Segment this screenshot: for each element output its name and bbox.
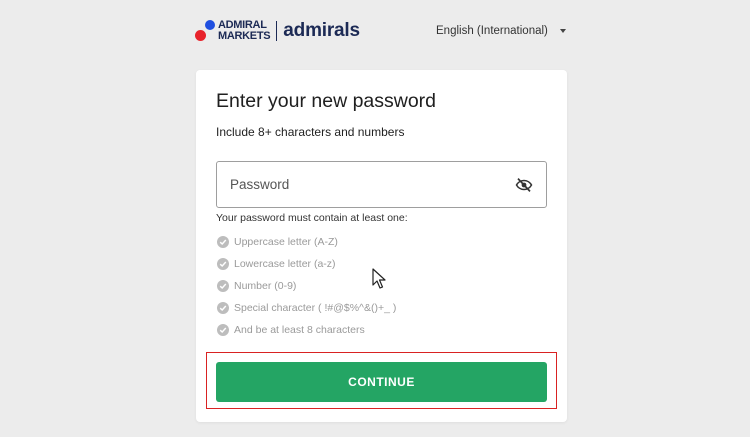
requirements-list: Uppercase letter (A-Z) Lowercase letter …	[217, 231, 396, 341]
password-field[interactable]: Password	[216, 161, 547, 208]
logo-wordmark-brand: admirals	[283, 20, 360, 41]
check-circle-icon	[217, 236, 229, 248]
logo-wordmark-old: ADMIRAL MARKETS	[218, 20, 271, 42]
page-title: Enter your new password	[216, 90, 437, 112]
check-circle-icon	[217, 302, 229, 314]
requirement-uppercase: Uppercase letter (A-Z)	[217, 231, 396, 253]
requirement-text: And be at least 8 characters	[234, 324, 365, 336]
eye-slash-icon[interactable]	[514, 176, 534, 194]
requirement-number: Number (0-9)	[217, 275, 396, 297]
logo-dots-icon	[195, 19, 217, 43]
requirement-text: Lowercase letter (a-z)	[234, 258, 336, 270]
check-circle-icon	[217, 324, 229, 336]
logo-red-dot	[195, 30, 206, 41]
password-placeholder: Password	[230, 177, 290, 192]
header: ADMIRAL MARKETS admirals English (Intern…	[0, 0, 750, 64]
requirements-heading: Your password must contain at least one:	[216, 212, 408, 224]
requirement-lowercase: Lowercase letter (a-z)	[217, 253, 396, 275]
logo-blue-dot	[205, 20, 215, 30]
check-circle-icon	[217, 258, 229, 270]
highlight-box	[206, 352, 557, 409]
admirals-logo[interactable]: ADMIRAL MARKETS admirals	[195, 19, 360, 43]
logo-divider	[276, 21, 278, 41]
language-label: English (International)	[436, 25, 548, 37]
page-subtitle: Include 8+ characters and numbers	[216, 125, 405, 139]
caret-down-icon	[559, 29, 566, 33]
requirement-length: And be at least 8 characters	[217, 319, 396, 341]
requirement-text: Number (0-9)	[234, 280, 297, 292]
requirement-text: Special character ( !#@$%^&()+_ )	[234, 302, 397, 314]
requirement-text: Uppercase letter (A-Z)	[234, 236, 338, 248]
mouse-pointer-icon	[372, 268, 386, 289]
language-selector[interactable]: English (International)	[436, 25, 566, 37]
check-circle-icon	[217, 280, 229, 292]
requirement-special: Special character ( !#@$%^&()+_ )	[217, 297, 396, 319]
logo-line-2: MARKETS	[218, 30, 271, 42]
